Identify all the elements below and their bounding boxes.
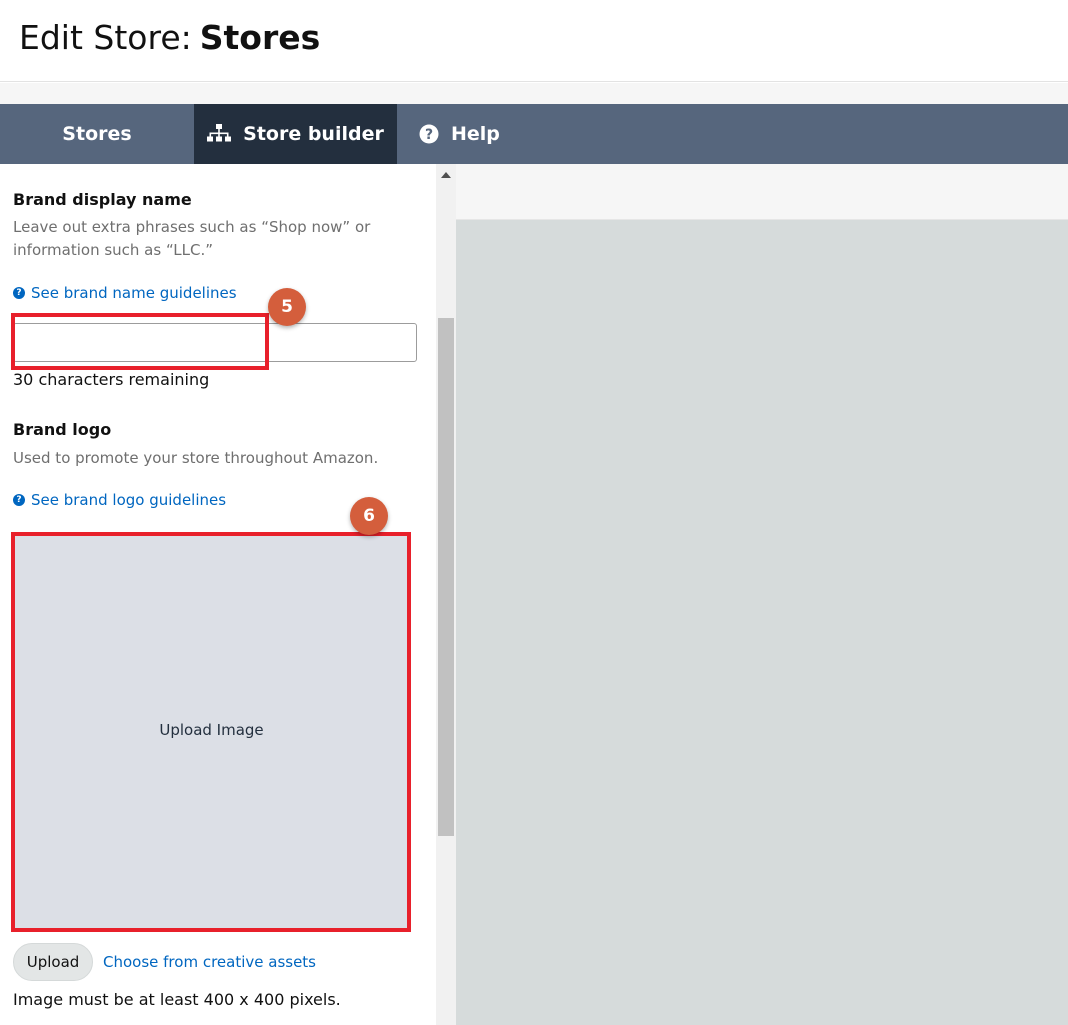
brand-name-hint: Leave out extra phrases such as “Shop no…: [13, 218, 371, 259]
page-header: Edit Store: Stores: [0, 0, 1068, 82]
chars-remaining: 30 characters remaining: [13, 370, 210, 389]
title-prefix: Edit Store:: [19, 18, 192, 57]
brand-logo-guidelines-link[interactable]: ? See brand logo guidelines: [13, 491, 226, 509]
step-badge-5: 5: [268, 288, 306, 326]
nav-bar: Stores Store builder ? Help: [0, 104, 1068, 164]
tab-help[interactable]: ? Help: [397, 104, 517, 164]
brand-name-guidelines-label: See brand name guidelines: [31, 284, 237, 302]
brand-name-heading: Brand display name: [13, 190, 192, 209]
tab-help-label: Help: [451, 123, 500, 145]
highlight-box-logo-upload: [11, 532, 411, 932]
scroll-thumb[interactable]: [438, 318, 454, 836]
tab-store-builder-label: Store builder: [243, 123, 384, 145]
panel-scrollbar[interactable]: [436, 164, 456, 1025]
title-store-name: Stores: [199, 18, 321, 57]
upload-button[interactable]: Upload: [13, 943, 93, 981]
brand-logo-guidelines-label: See brand logo guidelines: [31, 491, 227, 509]
preview-canvas: [456, 220, 1068, 1025]
header-spacer: [0, 83, 1068, 104]
tab-stores[interactable]: Stores: [0, 104, 194, 164]
brand-logo-hint: Used to promote your store throughout Am…: [13, 449, 379, 467]
question-circle-icon: ?: [419, 124, 439, 144]
help-icon: ?: [13, 494, 25, 506]
tab-store-builder[interactable]: Store builder: [194, 104, 397, 164]
brand-name-guidelines-link[interactable]: ? See brand name guidelines: [13, 284, 237, 302]
sitemap-icon: [207, 124, 232, 144]
brand-logo-heading: Brand logo: [13, 420, 112, 439]
choose-creative-assets-link[interactable]: Choose from creative assets: [103, 953, 316, 971]
highlight-box-brand-name: [11, 313, 269, 370]
page-title: Edit Store: Stores: [19, 18, 320, 58]
help-icon: ?: [13, 287, 25, 299]
scroll-up-arrow-icon[interactable]: [441, 172, 451, 178]
step-badge-6: 6: [350, 497, 388, 535]
image-size-requirement: Image must be at least 400 x 400 pixels.: [13, 990, 341, 1009]
tab-stores-label: Stores: [62, 123, 132, 145]
svg-text:?: ?: [425, 127, 433, 143]
preview-toolbar: [456, 164, 1068, 220]
